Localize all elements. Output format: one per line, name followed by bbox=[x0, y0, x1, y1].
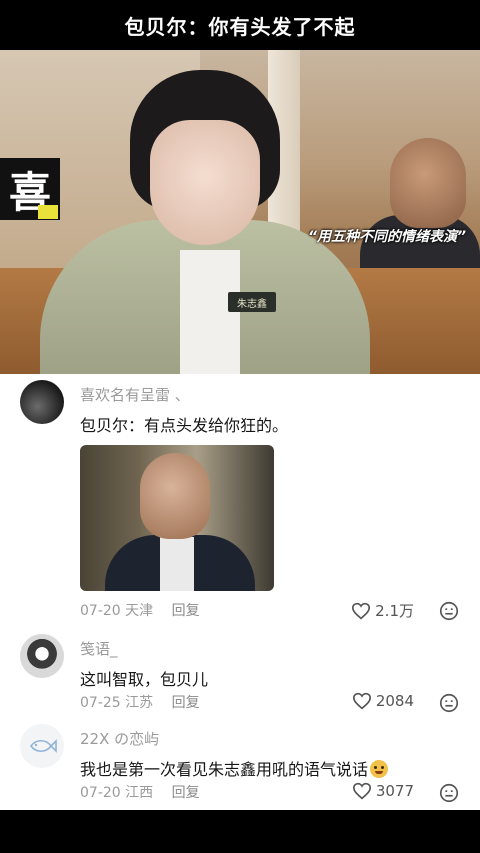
like-button[interactable]: 2.1万 bbox=[351, 600, 414, 621]
avatar[interactable] bbox=[20, 634, 64, 678]
heart-outline-icon bbox=[352, 782, 371, 800]
comment-date: 07-25 bbox=[80, 695, 121, 711]
comment-item: 22X の恋屿 我也是第一次看见朱志鑫用吼的语气说话 07-20 江西 回复 3… bbox=[0, 724, 480, 810]
comment-meta: 07-25 江苏 回复 bbox=[80, 692, 200, 712]
reply-button[interactable]: 回复 bbox=[172, 695, 200, 711]
like-count: 3077 bbox=[375, 782, 414, 800]
comment-list: 喜欢名有呈雷 、 包贝尔：有点头发给你狂的。 07-20 天津 回复 2.1万 … bbox=[0, 374, 480, 810]
comment-text: 我也是第一次看见朱志鑫用吼的语气说话 bbox=[80, 756, 389, 780]
comment-username[interactable]: 喜欢名有呈雷 、 bbox=[80, 384, 190, 405]
smiling-face-emoji bbox=[370, 760, 389, 778]
like-button[interactable]: 3077 bbox=[352, 782, 414, 800]
like-count: 2.1万 bbox=[375, 602, 414, 620]
comment-text: 这叫智取，包贝儿 bbox=[80, 670, 209, 689]
comment-item: 笺语_ 这叫智取，包贝儿 07-25 江苏 回复 2084 bbox=[0, 630, 480, 720]
video-caption: “用五种不同的情绪表演” bbox=[307, 229, 466, 245]
more-options-icon[interactable] bbox=[438, 600, 460, 622]
avatar[interactable] bbox=[20, 724, 64, 768]
comment-image[interactable] bbox=[80, 445, 274, 591]
heart-outline-icon bbox=[352, 602, 371, 619]
comment-meta: 07-20 江西 回复 bbox=[80, 782, 200, 802]
background-person-head bbox=[390, 138, 466, 228]
heart-outline-icon bbox=[352, 692, 371, 710]
avatar[interactable] bbox=[20, 380, 64, 424]
comment-item: 喜欢名有呈雷 、 包贝尔：有点头发给你狂的。 07-20 天津 回复 2.1万 bbox=[0, 374, 480, 624]
video-player[interactable]: 朱志鑫 喜 “用五种不同的情绪表演” bbox=[0, 50, 480, 374]
comment-date: 07-20 bbox=[80, 603, 121, 619]
comment-location: 天津 bbox=[125, 603, 154, 619]
comment-username[interactable]: 笺语_ bbox=[80, 638, 118, 659]
like-button[interactable]: 2084 bbox=[352, 692, 414, 710]
comment-text-body: 我也是第一次看见朱志鑫用吼的语气说话 bbox=[80, 760, 369, 779]
video-title-bar: 包贝尔：你有头发了不起 bbox=[0, 0, 480, 50]
reply-button[interactable]: 回复 bbox=[172, 785, 200, 801]
video-title: 包贝尔：你有头发了不起 bbox=[124, 14, 356, 39]
comment-location: 江苏 bbox=[125, 695, 154, 711]
comment-text: 包贝尔：有点头发给你狂的。 bbox=[80, 416, 289, 435]
comment-meta: 07-20 天津 回复 bbox=[80, 600, 200, 620]
more-options-icon[interactable] bbox=[438, 782, 460, 804]
comment-location: 江西 bbox=[125, 785, 154, 801]
image-person-collar bbox=[160, 537, 194, 591]
bottom-bar bbox=[0, 810, 480, 853]
comment-date: 07-20 bbox=[80, 785, 121, 801]
person-shirt bbox=[180, 250, 240, 374]
reply-button[interactable]: 回复 bbox=[172, 603, 200, 619]
more-options-icon[interactable] bbox=[438, 692, 460, 714]
like-count: 2084 bbox=[375, 692, 414, 710]
comment-username[interactable]: 22X の恋屿 bbox=[80, 728, 159, 749]
image-person-head bbox=[140, 453, 210, 539]
name-tag: 朱志鑫 bbox=[228, 292, 276, 312]
person-face bbox=[150, 120, 260, 245]
fish-icon bbox=[30, 739, 57, 753]
emotion-badge-accent bbox=[38, 205, 58, 219]
